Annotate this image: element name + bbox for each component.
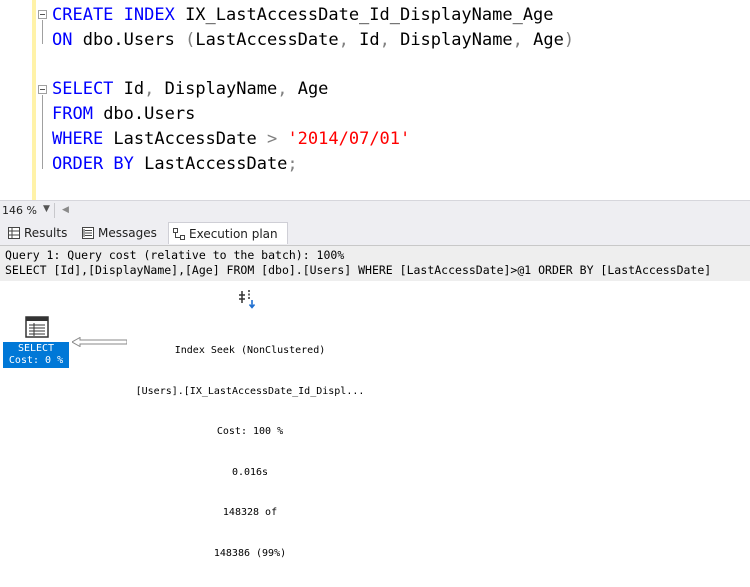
execution-plan-pane[interactable]: Query 1: Query cost (relative to the bat…: [0, 245, 750, 559]
node-elapsed-time: 0.016s: [231, 466, 269, 478]
keyword: CREATE INDEX: [52, 5, 175, 25]
string-literal: '2014/07/01': [277, 129, 411, 149]
operator: ,: [277, 79, 288, 99]
code-line-order-by[interactable]: ORDER BY LastAccessDate;: [52, 152, 298, 177]
select-operator-icon: [25, 316, 49, 338]
operator: >: [266, 129, 278, 149]
chevron-down-icon[interactable]: ▼: [43, 204, 50, 214]
node-object: [Users].[IX_LastAccessDate_Id_Displ...: [135, 385, 365, 397]
operator: ;: [287, 154, 298, 174]
code-text: Id: [348, 30, 380, 50]
node-estimated-rows: 148386 (99%): [213, 547, 287, 559]
editor-gutter: [0, 0, 36, 200]
collapse-toggle-icon[interactable]: [38, 10, 47, 19]
query-cost-line: Query 1: Query cost (relative to the bat…: [5, 248, 345, 262]
collapse-toggle-icon[interactable]: [38, 85, 47, 94]
select-node-label: SELECT Cost: 0 %: [3, 342, 69, 368]
divider: [54, 203, 55, 218]
scroll-left-icon[interactable]: ◀: [62, 205, 69, 215]
node-cost: Cost: 100 %: [216, 426, 284, 437]
operator: ,: [512, 30, 523, 50]
plan-query-header: Query 1: Query cost (relative to the bat…: [0, 245, 750, 281]
execution-plan-icon: [173, 227, 185, 240]
data-flow-arrow-icon: [72, 337, 127, 347]
code-line-on[interactable]: ON dbo.Users (LastAccessDate, Id, Displa…: [52, 28, 574, 53]
tab-execution-plan[interactable]: Execution plan: [168, 222, 288, 244]
operator: ): [563, 30, 575, 50]
tab-messages[interactable]: Messages: [78, 222, 166, 244]
sql-editor[interactable]: CREATE INDEX IX_LastAccessDate_Id_Displa…: [0, 0, 750, 200]
keyword: SELECT: [52, 79, 114, 99]
operator: ,: [144, 79, 155, 99]
change-tracking-bar: [32, 0, 36, 200]
code-line-from[interactable]: FROM dbo.Users: [52, 102, 195, 127]
grid-icon: [8, 227, 20, 239]
tab-results[interactable]: Results: [4, 222, 74, 244]
node-actual-rows: 148328 of: [222, 507, 278, 518]
fold-guide: [42, 95, 43, 169]
code-line-where[interactable]: WHERE LastAccessDate > '2014/07/01': [52, 127, 410, 152]
code-text: DisplayName: [389, 30, 513, 50]
messages-icon: [82, 227, 94, 239]
code-text: DisplayName: [154, 79, 278, 99]
query-sql-line: SELECT [Id],[DisplayName],[Age] FROM [db…: [5, 263, 712, 277]
code-line-select[interactable]: SELECT Id, DisplayName, Age: [52, 77, 328, 102]
node-name: SELECT: [17, 343, 55, 354]
index-seek-icon[interactable]: [237, 288, 257, 312]
code-text: Id: [113, 79, 145, 99]
index-seek-node[interactable]: Index Seek (NonClustered) [Users].[IX_La…: [120, 317, 380, 587]
keyword: ORDER BY: [52, 154, 134, 174]
node-name: Index Seek (NonClustered): [174, 345, 326, 356]
code-text: Age: [522, 30, 564, 50]
operator: ,: [338, 30, 349, 50]
keyword: WHERE: [52, 129, 104, 149]
editor-status-bar: 146 % ▼ ◀: [0, 200, 750, 220]
node-cost: Cost: 0 %: [8, 355, 64, 366]
results-tab-bar: Results Messages Execution plan: [0, 220, 750, 245]
operator: ,: [379, 30, 390, 50]
tab-label: Results: [24, 226, 68, 240]
code-text: Age: [287, 79, 329, 99]
code-text: IX_LastAccessDate_Id_DisplayName_Age: [174, 5, 554, 25]
tab-label: Messages: [98, 226, 157, 240]
code-text: dbo.Users: [72, 30, 186, 50]
select-operator-node[interactable]: SELECT Cost: 0 %: [3, 316, 69, 368]
tab-label: Execution plan: [189, 226, 278, 241]
code-text: dbo.Users: [92, 104, 196, 124]
code-line-create-index[interactable]: CREATE INDEX IX_LastAccessDate_Id_Displa…: [52, 3, 554, 28]
keyword: ON: [52, 30, 73, 50]
code-text: LastAccessDate: [195, 30, 339, 50]
operator: (: [185, 30, 196, 50]
code-text: LastAccessDate: [133, 154, 288, 174]
fold-guide: [42, 20, 43, 44]
keyword: FROM: [52, 104, 93, 124]
code-text: LastAccessDate: [103, 129, 267, 149]
zoom-level[interactable]: 146 %: [2, 204, 37, 217]
